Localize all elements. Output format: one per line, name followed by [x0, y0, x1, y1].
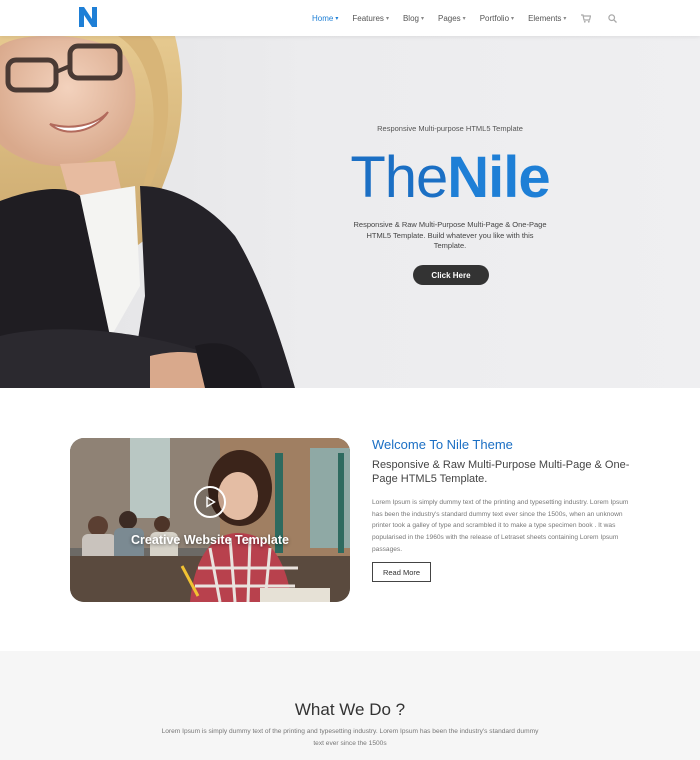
- what-we-do-title: What We Do ?: [294, 700, 406, 719]
- hero-title-bold: Nile: [447, 145, 550, 210]
- chevron-down-icon: ▾: [462, 15, 466, 22]
- nile-logo[interactable]: [78, 6, 98, 28]
- chevron-down-icon: ▾: [511, 15, 515, 22]
- chevron-down-icon: ▾: [385, 15, 389, 22]
- nav-label: Features: [352, 13, 384, 23]
- play-icon[interactable]: [194, 486, 226, 518]
- nav-label: Home: [312, 13, 334, 23]
- video-thumbnail[interactable]: [70, 438, 350, 602]
- nav-item-elements[interactable]: Elements ▾: [528, 14, 566, 23]
- nav-item-features[interactable]: Features ▾: [352, 14, 389, 23]
- hero-woman-photo: [0, 36, 295, 388]
- chevron-down-icon: ▾: [420, 15, 424, 22]
- nav-item-home[interactable]: Home ▾: [312, 14, 338, 23]
- read-more-button[interactable]: Read More: [372, 562, 431, 582]
- hero-title-thin: The: [350, 145, 448, 210]
- nav-item-blog[interactable]: Blog ▾: [403, 14, 424, 23]
- main-nav: Home ▾ Features ▾ Blog ▾ Pages ▾ Portfolio ▾ …: [312, 0, 632, 36]
- click-here-button[interactable]: Click Here: [413, 265, 489, 285]
- chevron-down-icon: ▾: [335, 15, 339, 22]
- hero-description: Responsive & Raw Multi-Purpose Multi-Pag…: [353, 220, 547, 250]
- video-caption: Creative Website Template: [131, 533, 289, 547]
- nav-item-pages[interactable]: Pages ▾: [438, 14, 466, 23]
- chevron-down-icon: ▾: [563, 15, 567, 22]
- about-subtitle: Responsive & Raw Multi-Purpose Multi-Pag…: [372, 459, 630, 485]
- nav-label: Elements: [528, 13, 562, 23]
- hero-kicker: Responsive Multi-purpose HTML5 Template: [377, 124, 523, 133]
- about-text: Lorem Ipsum is simply dummy text of the …: [372, 499, 629, 553]
- what-we-do-text: Lorem Ipsum is simply dummy text of the …: [161, 728, 539, 747]
- cart-icon[interactable]: [580, 12, 592, 24]
- about-title: Welcome To Nile Theme: [372, 437, 513, 452]
- nav-label: Pages: [437, 13, 461, 23]
- site-header: Home ▾ Features ▾ Blog ▾ Pages ▾ Portfolio ▾ …: [0, 0, 700, 36]
- classroom-photo: [70, 438, 350, 602]
- nav-item-portfolio[interactable]: Portfolio ▾: [480, 14, 514, 23]
- nav-label: Portfolio: [479, 13, 510, 23]
- hero-section: Responsive Multi-purpose HTML5 Template …: [0, 36, 700, 388]
- hero-title: TheNile: [300, 140, 600, 216]
- search-icon[interactable]: [606, 12, 618, 24]
- nav-label: Blog: [402, 13, 419, 23]
